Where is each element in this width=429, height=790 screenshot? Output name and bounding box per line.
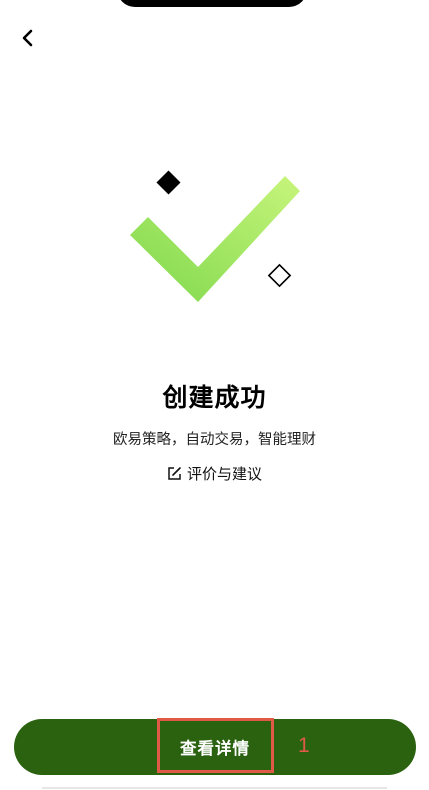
- annotation-marker: 1: [298, 734, 310, 757]
- success-title: 创建成功: [162, 383, 267, 412]
- feedback-label: 评价与建议: [186, 465, 262, 483]
- edit-icon: [167, 466, 182, 481]
- outline-diamond-icon: [267, 263, 292, 288]
- view-details-label: 查看详情: [180, 739, 250, 758]
- view-details-button[interactable]: 查看详情: [14, 719, 416, 775]
- success-illustration: [120, 160, 320, 310]
- back-button[interactable]: [14, 24, 42, 52]
- device-notch: [117, 0, 307, 7]
- feedback-link[interactable]: 评价与建议: [0, 463, 429, 484]
- chevron-left-icon: [22, 29, 33, 47]
- check-mark-icon: [130, 176, 300, 302]
- success-subtitle: 欧易策略，自动交易，智能理财: [113, 432, 316, 448]
- bottom-divider: [42, 787, 387, 789]
- filled-diamond-icon: [156, 170, 181, 195]
